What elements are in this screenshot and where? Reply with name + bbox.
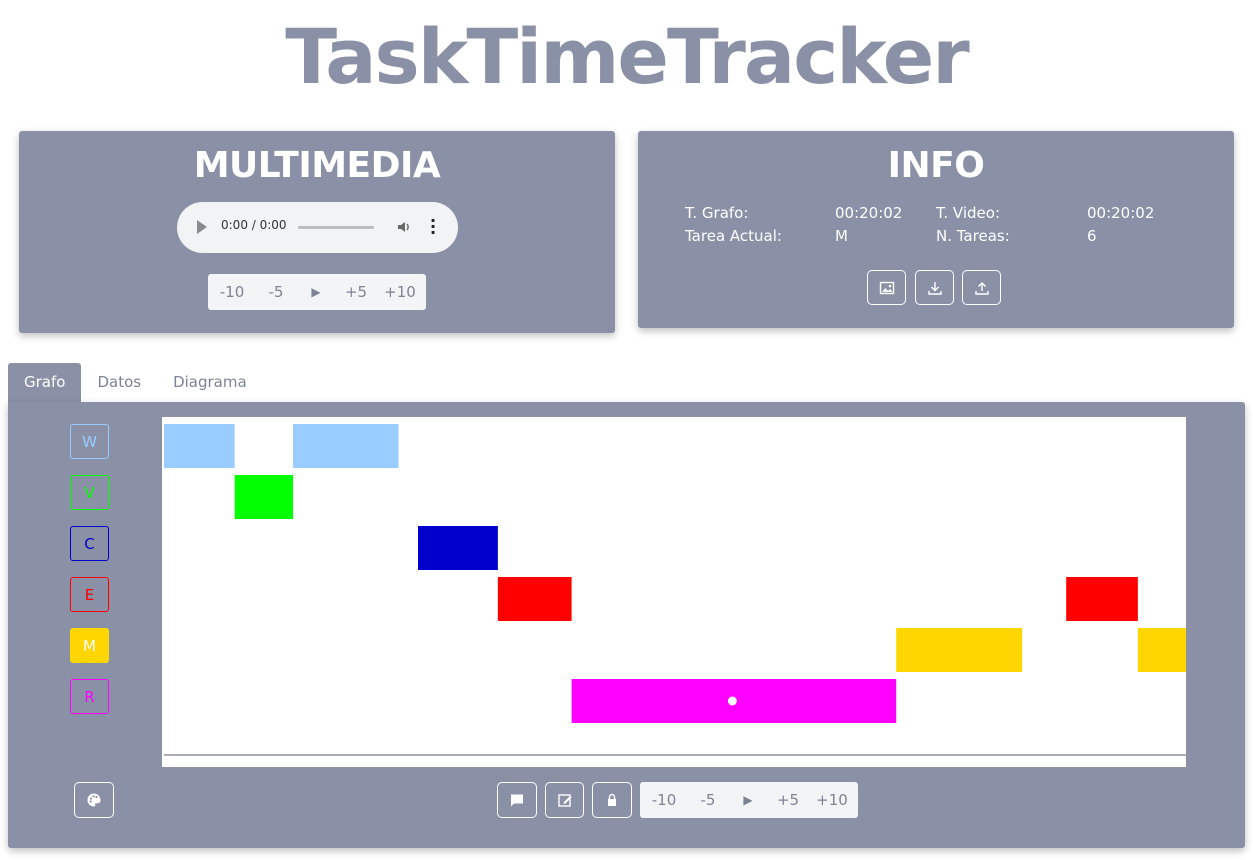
tab-datos[interactable]: Datos <box>81 363 157 402</box>
task-segment-m[interactable] <box>896 628 1023 672</box>
audio-progress-slider[interactable] <box>298 226 374 229</box>
play-icon[interactable] <box>197 220 207 234</box>
graph-time-label: T. Grafo: <box>685 204 749 222</box>
task-segment-c[interactable] <box>418 526 498 570</box>
edit-icon <box>557 794 571 807</box>
task-segment-w[interactable] <box>293 424 399 468</box>
task-label-r: R <box>84 687 95 706</box>
export-image-button[interactable] <box>867 270 906 305</box>
image-icon <box>879 281 894 294</box>
graph-time-value: 00:20:02 <box>835 204 903 222</box>
task-label-e: E <box>84 585 95 604</box>
video-time-label: T. Video: <box>936 204 1000 222</box>
task-label-v: V <box>84 483 95 502</box>
task-segment-e[interactable] <box>1066 577 1138 621</box>
graph-play-button[interactable]: ▶ <box>728 793 768 807</box>
graph-seek-back-5-button[interactable]: -5 <box>688 791 728 809</box>
multimedia-panel: MULTIMEDIA 0:00 / 0:00 · · · -10 -5 ▶ +5 +… <box>19 131 615 333</box>
graph-seek-forward-10-button[interactable]: +10 <box>808 791 856 809</box>
task-count-label: N. Tareas: <box>936 227 1010 245</box>
seek-forward-5-button[interactable]: +5 <box>336 283 376 301</box>
download-icon <box>927 281 942 295</box>
comment-button[interactable] <box>497 782 537 818</box>
playhead-cursor[interactable] <box>727 696 737 706</box>
task-segment-m[interactable] <box>1137 628 1186 672</box>
graph-panel: W V C E M R -10 -5 ▶ +5 +10 <box>8 402 1245 848</box>
task-label-c: C <box>84 534 95 553</box>
task-label-w: W <box>82 432 97 451</box>
tab-diagrama[interactable]: Diagrama <box>157 363 263 402</box>
lock-icon <box>608 793 616 806</box>
palette-button[interactable] <box>74 782 114 818</box>
task-button-c[interactable]: C <box>70 526 109 561</box>
upload-button[interactable] <box>962 270 1001 305</box>
download-button[interactable] <box>915 270 954 305</box>
task-segment-w[interactable] <box>164 424 235 468</box>
task-button-w[interactable]: W <box>70 424 109 459</box>
palette-icon <box>87 793 101 807</box>
task-segment-v[interactable] <box>234 475 294 519</box>
task-timeline-chart[interactable] <box>162 417 1186 767</box>
upload-icon <box>974 281 989 295</box>
multimedia-title: MULTIMEDIA <box>193 145 441 186</box>
seek-forward-10-button[interactable]: +10 <box>376 283 424 301</box>
volume-icon[interactable] <box>396 219 414 235</box>
app-title: TaskTimeTracker <box>285 12 970 101</box>
task-segment-e[interactable] <box>497 577 572 621</box>
seek-back-5-button[interactable]: -5 <box>256 283 296 301</box>
task-button-r[interactable]: R <box>70 679 109 714</box>
edit-button[interactable] <box>545 782 584 818</box>
graph-seek-back-10-button[interactable]: -10 <box>640 791 688 809</box>
graph-seek-forward-5-button[interactable]: +5 <box>768 791 808 809</box>
audio-player[interactable]: 0:00 / 0:00 · · · <box>177 202 458 253</box>
info-panel: INFO T. Grafo: 00:20:02 T. Video: 00:20:… <box>638 131 1234 328</box>
task-button-v[interactable]: V <box>70 475 109 510</box>
task-count-value: 6 <box>1087 227 1097 245</box>
tab-grafo[interactable]: Grafo <box>8 363 82 402</box>
audio-time: 0:00 / 0:00 <box>221 218 287 232</box>
video-time-value: 00:20:02 <box>1087 204 1155 222</box>
task-label-m: M <box>83 636 96 655</box>
seek-back-10-button[interactable]: -10 <box>208 283 256 301</box>
task-button-m[interactable]: M <box>70 628 109 663</box>
current-task-value: M <box>835 227 848 245</box>
info-title: INFO <box>887 145 985 186</box>
lock-button[interactable] <box>592 782 632 818</box>
play-button[interactable]: ▶ <box>296 285 336 299</box>
timeline-svg <box>164 424 1186 756</box>
comment-icon <box>511 794 523 807</box>
more-options-icon[interactable]: · · · <box>430 213 436 241</box>
task-button-e[interactable]: E <box>70 577 109 612</box>
multimedia-seek-stepper: -10 -5 ▶ +5 +10 <box>208 274 426 310</box>
current-task-label: Tarea Actual: <box>685 227 782 245</box>
view-tabs: Grafo Datos Diagrama <box>8 363 263 402</box>
graph-seek-stepper: -10 -5 ▶ +5 +10 <box>640 782 858 818</box>
